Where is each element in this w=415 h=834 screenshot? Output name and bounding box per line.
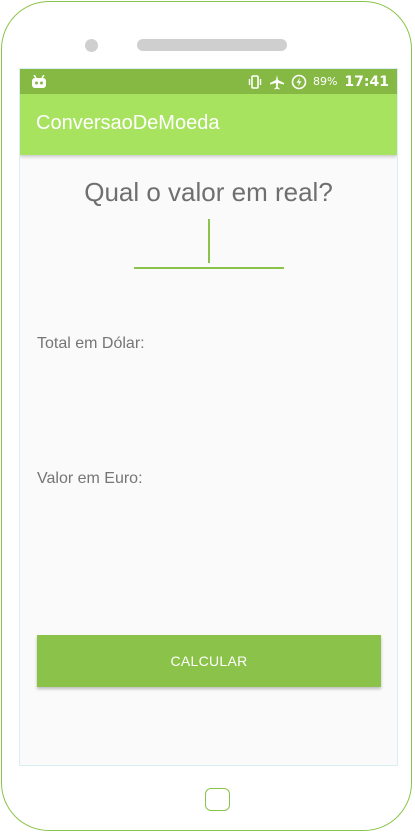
device-screen: 89% 17:41 ConversaoDeMoeda Qual o valor … bbox=[19, 68, 398, 766]
android-debug-icon bbox=[31, 74, 47, 88]
airplane-mode-icon bbox=[269, 74, 285, 90]
battery-charging-icon bbox=[291, 74, 307, 90]
home-button[interactable] bbox=[205, 788, 230, 811]
clock: 17:41 bbox=[344, 73, 389, 90]
text-cursor bbox=[208, 219, 210, 263]
dollar-total-label: Total em Dólar: bbox=[37, 335, 145, 352]
status-bar: 89% 17:41 bbox=[20, 69, 397, 94]
status-indicators: 89% 17:41 bbox=[247, 69, 389, 94]
front-camera bbox=[85, 39, 98, 52]
phone-frame: 89% 17:41 ConversaoDeMoeda Qual o valor … bbox=[1, 1, 412, 831]
app-bar: ConversaoDeMoeda bbox=[20, 94, 397, 155]
earpiece-speaker bbox=[137, 39, 287, 51]
battery-percentage: 89% bbox=[312, 75, 338, 88]
app-title: ConversaoDeMoeda bbox=[36, 112, 220, 134]
euro-value-label: Valor em Euro: bbox=[37, 470, 143, 487]
question-heading: Qual o valor em real? bbox=[84, 177, 333, 207]
calculate-button[interactable]: CALCULAR bbox=[37, 635, 381, 687]
vibrate-icon bbox=[247, 74, 263, 90]
